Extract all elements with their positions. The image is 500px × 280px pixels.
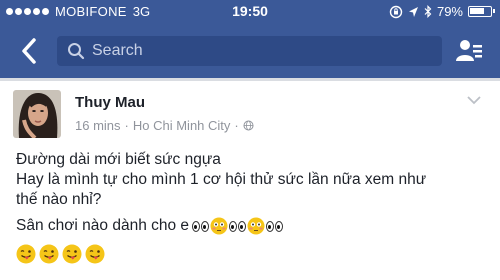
search-input[interactable]: Search — [57, 36, 442, 66]
battery-icon — [468, 6, 495, 17]
back-chevron-icon[interactable] — [16, 36, 44, 66]
winking-tongue-emoji-icon — [16, 244, 36, 264]
emoji-row — [16, 244, 105, 264]
post-meta: 16 mins · Ho Chi Minh City · — [75, 118, 254, 133]
post-line-1: Đường dài mới biết sức ngựa — [16, 151, 221, 168]
post-line-4: Sân chơi nào dành cho e — [16, 216, 486, 236]
post-card: Thuy Mau 16 mins · Ho Chi Minh City · Đư… — [0, 81, 500, 280]
post-body: Đường dài mới biết sức ngựa Hay là mình … — [16, 150, 486, 236]
battery-fill — [470, 8, 484, 14]
eyes-emoji-icon — [266, 220, 284, 232]
eyes-emoji-icon — [192, 220, 210, 232]
winking-tongue-emoji-icon — [62, 244, 82, 264]
post-time[interactable]: 16 mins — [75, 118, 121, 133]
bluetooth-icon — [424, 5, 432, 18]
eyes-emoji-icon — [229, 220, 247, 232]
post-line-3: thế nào nhỉ? — [16, 191, 102, 208]
profile-photo — [13, 90, 61, 138]
winking-tongue-emoji-icon — [85, 244, 105, 264]
battery-percent: 79% — [436, 4, 463, 19]
search-placeholder: Search — [92, 42, 143, 59]
meta-separator-2: · — [234, 118, 239, 133]
status-bar: MOBIFONE 3G 19:50 79% — [0, 0, 500, 24]
post-line-4-text: Sân chơi nào dành cho e — [16, 217, 190, 234]
friend-requests-icon[interactable] — [455, 37, 483, 65]
flushed-face-emoji-icon — [247, 217, 265, 235]
post-location[interactable]: Ho Chi Minh City — [133, 118, 231, 133]
search-icon — [68, 43, 85, 60]
location-arrow-icon — [408, 6, 418, 17]
avatar[interactable] — [13, 90, 61, 138]
post-line-2: Hay là mình tự cho mình 1 cơ hội thử sức… — [16, 171, 427, 188]
meta-separator: · — [124, 118, 129, 133]
navigation-bar: Search — [0, 24, 500, 78]
winking-tongue-emoji-icon — [39, 244, 59, 264]
rotation-lock-icon — [389, 5, 403, 18]
status-right: 79% — [389, 4, 495, 19]
author-name[interactable]: Thuy Mau — [75, 94, 145, 111]
chevron-down-icon[interactable] — [466, 95, 482, 105]
inline-emoji-group — [192, 217, 284, 235]
globe-icon — [243, 120, 254, 131]
flushed-face-emoji-icon — [210, 217, 228, 235]
